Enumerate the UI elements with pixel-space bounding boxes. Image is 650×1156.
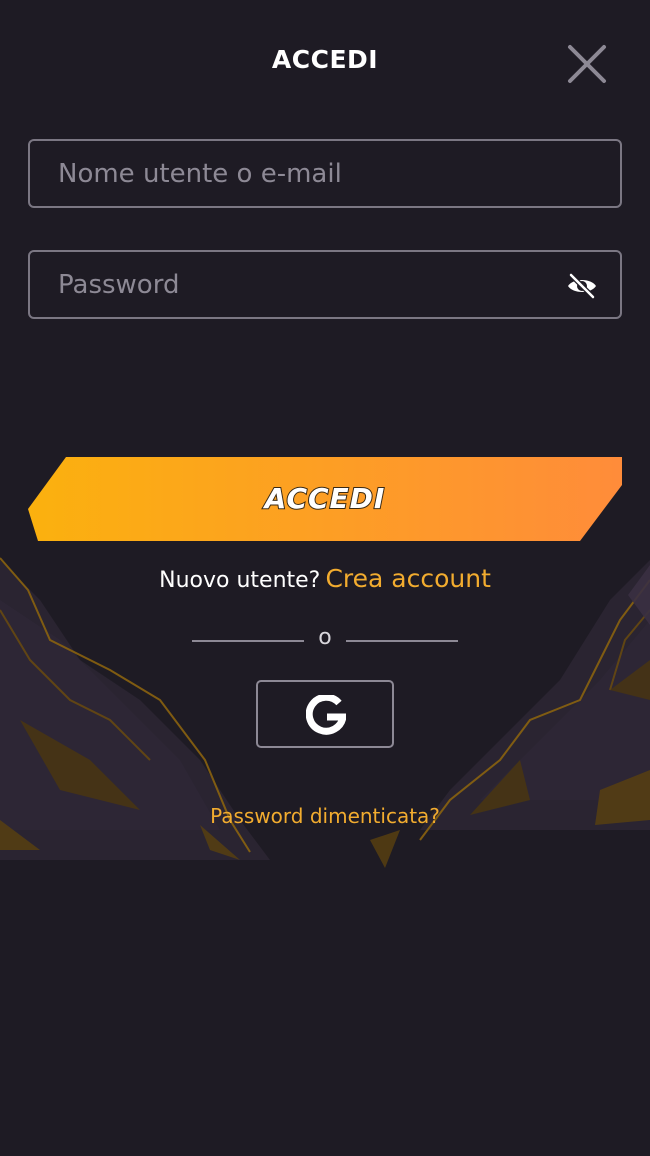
login-button[interactable]: ACCEDI (28, 457, 622, 541)
close-icon (568, 45, 606, 83)
username-field (28, 139, 622, 208)
signup-row: Nuovo utente? Crea account (0, 564, 650, 593)
eye-off-icon (568, 273, 596, 299)
divider-line-left (192, 640, 304, 642)
divider-line-right (346, 640, 458, 642)
divider-label: o (318, 625, 332, 650)
create-account-link[interactable]: Crea account (325, 564, 490, 593)
forgot-password-link[interactable]: Password dimenticata? (0, 804, 650, 828)
page-title: ACCEDI (271, 45, 379, 74)
signup-prompt: Nuovo utente? (159, 568, 321, 593)
or-divider: o (0, 625, 650, 659)
login-button-label: ACCEDI (264, 481, 386, 516)
google-icon (306, 695, 346, 735)
google-login-button[interactable] (256, 680, 394, 748)
login-screen: ACCEDI Nome utente o e-mail ACCEDI Nuovo… (0, 0, 650, 1156)
password-visibility-toggle[interactable] (566, 270, 598, 302)
close-button[interactable] (566, 43, 608, 85)
username-input[interactable] (30, 141, 620, 206)
password-input[interactable] (30, 252, 620, 317)
password-field (28, 250, 622, 319)
